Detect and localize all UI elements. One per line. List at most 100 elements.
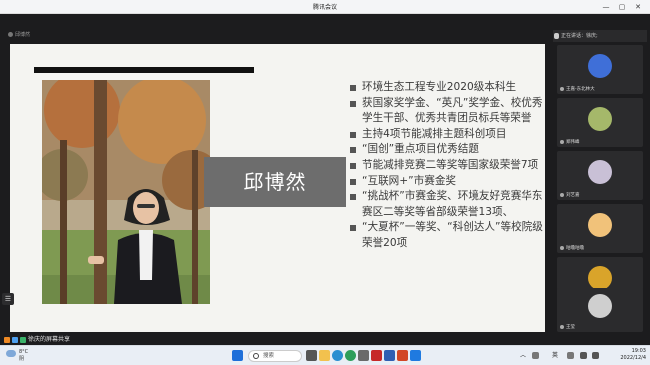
taskbar-search[interactable]: 搜索 bbox=[248, 350, 302, 362]
achievement-item: “大夏杯”一等奖、“科创达人”等校院级荣誉20项 bbox=[348, 220, 543, 251]
screen-share-text: 徐庆的屏幕共享 bbox=[28, 336, 71, 343]
achievement-item: 环境生态工程专业2020级本科生 bbox=[348, 80, 543, 96]
screen-share-status[interactable]: 徐庆的屏幕共享 bbox=[4, 334, 70, 343]
tray-chevron-icon[interactable]: ︿ bbox=[520, 350, 526, 361]
title-bar: 腾讯会议 — ▢ ✕ bbox=[0, 0, 650, 14]
participant-name-text: 咕噜咕噜 bbox=[566, 246, 584, 251]
search-label: 搜索 bbox=[263, 353, 275, 359]
file-explorer-icon[interactable] bbox=[319, 350, 330, 361]
participant-tile[interactable]: 王莹 bbox=[557, 288, 643, 332]
chrome-browser-icon[interactable] bbox=[345, 350, 356, 361]
windows-start-icon[interactable] bbox=[232, 350, 243, 361]
participant-tile[interactable]: 王嘉-东北林大 bbox=[557, 45, 643, 94]
bullet-icon bbox=[350, 225, 356, 232]
powerpoint-icon[interactable] bbox=[397, 350, 408, 361]
task-view-icon[interactable] bbox=[306, 350, 317, 361]
bullet-icon bbox=[350, 162, 356, 169]
achievements-list: 环境生态工程专业2020级本科生 获国家奖学金、“英凡”奖学金、校优秀学生干部、… bbox=[348, 80, 543, 252]
weather-temp: 8°C bbox=[19, 349, 29, 355]
share-dot-icon bbox=[8, 32, 13, 37]
achievement-text: 获国家奖学金、“英凡”奖学金、校优秀学生干部、优秀共青团员标兵等荣誉 bbox=[362, 96, 543, 125]
achievement-item: “国创”重点项目优秀结题 bbox=[348, 142, 543, 158]
weather-desc: 阴 bbox=[19, 356, 25, 362]
list-toggle-icon[interactable]: ☰ bbox=[2, 293, 14, 305]
participant-name: 王嘉-东北林大 bbox=[560, 86, 595, 92]
achievement-text: “挑战杯”市赛金奖、环境友好竞赛华东赛区二等奖等省部级荣誉13项、 bbox=[362, 190, 543, 218]
clock-time: 19:03 bbox=[631, 348, 646, 354]
cloud-icon bbox=[6, 350, 16, 357]
participant-name-text: 王莹 bbox=[566, 325, 575, 330]
avatar bbox=[588, 160, 612, 184]
participant-tile[interactable]: 郑伟峰 bbox=[557, 98, 643, 147]
achievement-text: “互联网+”市赛金奖 bbox=[362, 174, 457, 187]
participant-name: 刘艺嘉 bbox=[560, 192, 580, 198]
person-icon bbox=[12, 336, 18, 343]
achievement-item: “互联网+”市赛金奖 bbox=[348, 174, 543, 190]
avatar bbox=[588, 294, 612, 318]
close-button[interactable]: ✕ bbox=[632, 1, 644, 13]
portrait-photo bbox=[42, 80, 210, 304]
bullet-icon bbox=[350, 178, 356, 185]
mic-icon bbox=[560, 245, 564, 250]
portrait-photo-graphic bbox=[42, 80, 210, 304]
bullet-icon bbox=[350, 85, 356, 91]
achievement-text: 节能减排竞赛二等奖等国家级荣誉7项 bbox=[362, 158, 539, 171]
input-language[interactable]: 英 bbox=[552, 350, 558, 361]
wps-icon[interactable] bbox=[371, 350, 382, 361]
edge-browser-icon[interactable] bbox=[332, 350, 343, 361]
bullet-icon bbox=[350, 147, 356, 154]
mic-icon bbox=[560, 192, 564, 197]
mic-icon bbox=[560, 86, 564, 91]
achievement-item: 节能减排竞赛二等奖等国家级荣誉7项 bbox=[348, 158, 543, 174]
mic-icon bbox=[20, 336, 26, 343]
participant-name-text: 王嘉-东北林大 bbox=[566, 87, 595, 92]
person-name-box: 邱博然 bbox=[204, 157, 346, 207]
mic-icon bbox=[560, 139, 564, 144]
tray-app-icon[interactable] bbox=[532, 352, 539, 359]
avatar bbox=[588, 54, 612, 78]
windows-taskbar: 8°C 阴 搜索 ︿ 英 19:03 2022/12/4 bbox=[0, 345, 650, 365]
speaking-label: 正在讲话：徐庆; bbox=[561, 33, 598, 39]
achievement-text: “国创”重点项目优秀结题 bbox=[362, 143, 479, 156]
participant-tile[interactable]: 咕噜咕噜 bbox=[557, 204, 643, 253]
avatar bbox=[588, 107, 612, 131]
app-icon[interactable] bbox=[358, 350, 369, 361]
meeting-status-bar: 徐庆的屏幕共享 bbox=[0, 332, 650, 345]
search-icon bbox=[253, 353, 259, 359]
participant-name: 王莹 bbox=[560, 324, 575, 330]
achievement-text: 主持4项节能减排主题科创项目 bbox=[362, 127, 507, 140]
achievement-text: “大夏杯”一等奖、“科创达人”等校院级荣誉20项 bbox=[362, 221, 543, 249]
word-icon[interactable] bbox=[384, 350, 395, 361]
speaking-indicator: 正在讲话：徐庆; bbox=[553, 30, 647, 42]
volume-icon[interactable] bbox=[592, 352, 599, 359]
taskbar-clock[interactable]: 19:03 2022/12/4 bbox=[606, 348, 646, 362]
share-icon bbox=[4, 336, 10, 343]
participant-name: 郑伟峰 bbox=[560, 139, 580, 145]
bullet-icon bbox=[350, 100, 356, 107]
participant-tile[interactable]: 刘艺嘉 bbox=[557, 151, 643, 200]
participant-name: 咕噜咕噜 bbox=[560, 245, 584, 251]
mic-icon bbox=[554, 33, 559, 39]
avatar bbox=[588, 266, 612, 290]
clock-date: 2022/12/4 bbox=[620, 355, 646, 361]
maximize-button[interactable]: ▢ bbox=[616, 1, 628, 13]
participants-panel: 正在讲话：徐庆; 王嘉-东北林大 郑伟峰 刘艺嘉 咕噜咕噜 陈晓 王莹 bbox=[553, 14, 647, 332]
share-indicator: 邱博然 bbox=[8, 31, 30, 38]
avatar bbox=[588, 213, 612, 237]
bullet-icon bbox=[350, 131, 356, 138]
achievement-item: “挑战杯”市赛金奖、环境友好竞赛华东赛区二等奖等省部级荣誉13项、 bbox=[348, 189, 543, 220]
window-title: 腾讯会议 bbox=[312, 4, 337, 11]
wifi-icon[interactable] bbox=[580, 352, 587, 359]
achievement-item: 主持4项节能减排主题科创项目 bbox=[348, 127, 543, 143]
achievement-text: 环境生态工程专业2020级本科生 bbox=[362, 81, 517, 93]
achievement-item: 获国家奖学金、“英凡”奖学金、校优秀学生干部、优秀共青团员标兵等荣誉 bbox=[348, 96, 543, 127]
participant-name-text: 刘艺嘉 bbox=[566, 193, 580, 198]
bullet-icon bbox=[350, 194, 356, 201]
share-indicator-label: 邱博然 bbox=[15, 32, 31, 38]
shared-screen-slide: 邱博然 环境生态工程专业2020级本科生 获国家奖学金、“英凡”奖学金、校优秀学… bbox=[10, 44, 545, 344]
minimize-button[interactable]: — bbox=[600, 1, 612, 13]
participant-name-text: 郑伟峰 bbox=[566, 140, 580, 145]
slide-title-bar bbox=[34, 67, 254, 73]
tencent-meeting-icon[interactable] bbox=[410, 350, 421, 361]
ime-icon[interactable] bbox=[567, 352, 574, 359]
